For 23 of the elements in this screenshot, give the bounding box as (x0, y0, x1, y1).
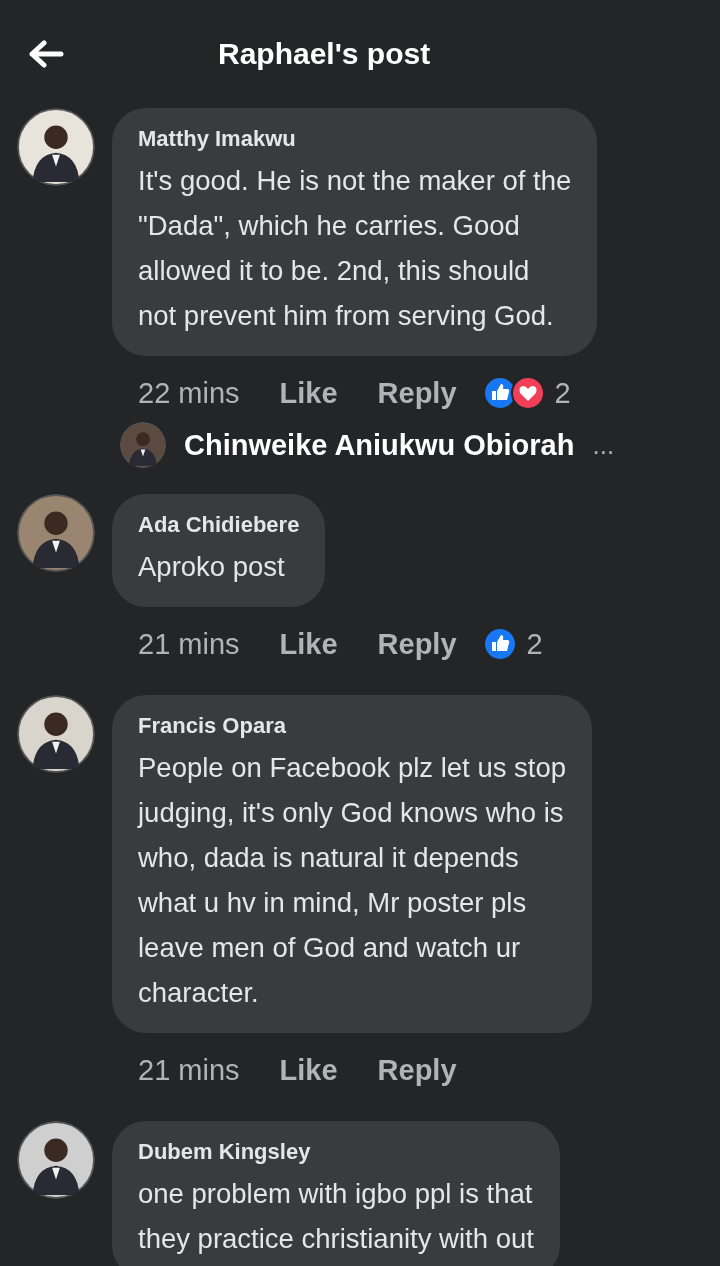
comment-author: Francis Opara (138, 713, 287, 739)
comment-author: Ada Chidiebere (138, 512, 300, 538)
reply-link[interactable]: Reply (377, 376, 457, 410)
back-arrow-icon[interactable] (28, 40, 64, 68)
comment-time: 21 mins (138, 1053, 240, 1087)
comment-author: Matthy Imakwu (138, 126, 297, 152)
reaction-count: 2 (526, 627, 543, 661)
comment-text: Aproko post (138, 550, 286, 584)
comment-text: It's good. He is not the maker of the "Dada", which he carries. Good allowed it to be. 2nd, this should not prevent him from serving God. (138, 164, 572, 333)
comment-text: People on Facebook plz let us stop judging, it's only God knows who is who, dada is natural it depends what u hv in mind, Mr poster pls leave men of God and watch ur character. (138, 751, 567, 1010)
comment-time: 21 mins (138, 627, 240, 661)
comment-author: Dubem Kingsley (138, 1139, 312, 1165)
like-link[interactable]: Like (279, 627, 338, 661)
reply-link[interactable]: Reply (377, 1053, 457, 1087)
comment-text: one problem with igbo ppl is that they practice christianity with out (138, 1177, 534, 1256)
reply-author[interactable]: Chinweike Aniukwu Obiorah (184, 428, 575, 462)
reaction-count: 2 (554, 376, 571, 410)
more-replies-ellipsis[interactable]: ... (592, 429, 615, 461)
like-link[interactable]: Like (279, 376, 338, 410)
like-link[interactable]: Like (279, 1053, 338, 1087)
reply-link[interactable]: Reply (377, 627, 457, 661)
page-title: Raphael's post (218, 37, 431, 71)
comment-time: 22 mins (138, 376, 240, 410)
